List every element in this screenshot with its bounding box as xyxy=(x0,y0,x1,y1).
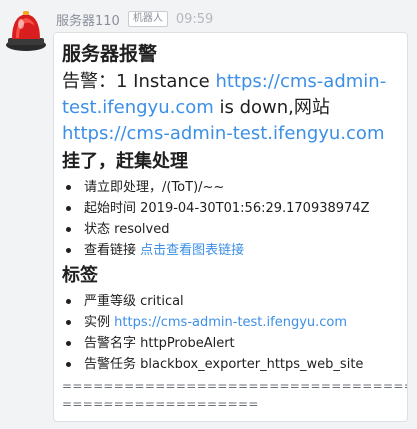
instance-link[interactable]: https://cms-admin-test.ifengyu.com xyxy=(114,315,347,330)
message-bubble[interactable]: 服务器报警 告警：1 Instance https://cms-admin-te… xyxy=(53,32,408,422)
list-item: 请立即处理，/(ToT)/~~ xyxy=(62,177,407,198)
message-subtitle: 挂了，赶集处理 xyxy=(62,151,188,172)
bullet-icon xyxy=(66,320,71,325)
list-item: 状态 resolved xyxy=(62,219,407,240)
tags-list: 严重等级 critical 实例 https://cms-admin-test.… xyxy=(62,291,407,375)
alert-text: 告警：1 Instance https://cms-admin-test.ife… xyxy=(62,69,392,147)
alert-prefix: 告警：1 Instance xyxy=(62,71,216,92)
list-item: 起始时间 2019-04-30T01:56:29.170938974Z xyxy=(62,198,407,219)
bullet-icon xyxy=(66,362,71,367)
message-title: 服务器报警 xyxy=(62,43,158,65)
tag-label: 实例 xyxy=(84,315,115,330)
red-alarm-siren-icon xyxy=(6,11,46,51)
sender-name[interactable]: 服务器110 xyxy=(56,10,120,29)
detail-list: 请立即处理，/(ToT)/~~ 起始时间 2019-04-30T01:56:29… xyxy=(62,177,407,261)
bullet-icon xyxy=(66,299,71,304)
site-url-link[interactable]: https://cms-admin-test.ifengyu.com xyxy=(62,123,384,144)
tag-label: 告警名字 httpProbeAlert xyxy=(84,336,235,351)
list-item-label: 起始时间 2019-04-30T01:56:29.170938974Z xyxy=(84,201,370,216)
list-item: 查看链接 点击查看图表链接 xyxy=(62,240,407,261)
list-item: 告警任务 blackbox_exporter_https_web_site xyxy=(62,354,407,375)
list-item-label: 查看链接 xyxy=(84,243,141,258)
bot-badge: 机器人 xyxy=(127,11,168,27)
tag-label: 告警任务 blackbox_exporter_https_web_site xyxy=(84,357,364,372)
avatar[interactable] xyxy=(4,8,48,52)
message-time: 09:59 xyxy=(175,11,214,27)
tags-heading: 标签 xyxy=(62,265,98,286)
divider-line: ======================================== xyxy=(62,379,407,393)
chat-message-row: 服务器110 机器人 09:59 服务器报警 告警：1 Instance htt… xyxy=(0,0,417,429)
alert-mid-text: is down,网站 xyxy=(213,97,330,118)
divider-line: =================== xyxy=(62,397,259,411)
list-item: 严重等级 critical xyxy=(62,291,407,312)
bullet-icon xyxy=(66,248,71,253)
bullet-icon xyxy=(66,185,71,190)
bullet-icon xyxy=(66,341,71,346)
chart-link[interactable]: 点击查看图表链接 xyxy=(140,243,244,258)
bullet-icon xyxy=(66,227,71,232)
list-item: 实例 https://cms-admin-test.ifengyu.com xyxy=(62,312,407,333)
list-item-label: 请立即处理，/(ToT)/~~ xyxy=(84,180,225,195)
tag-label: 严重等级 critical xyxy=(84,294,184,309)
list-item-label: 状态 resolved xyxy=(84,222,170,237)
bullet-icon xyxy=(66,206,71,211)
list-item: 告警名字 httpProbeAlert xyxy=(62,333,407,354)
message-meta: 服务器110 机器人 09:59 xyxy=(56,9,213,29)
